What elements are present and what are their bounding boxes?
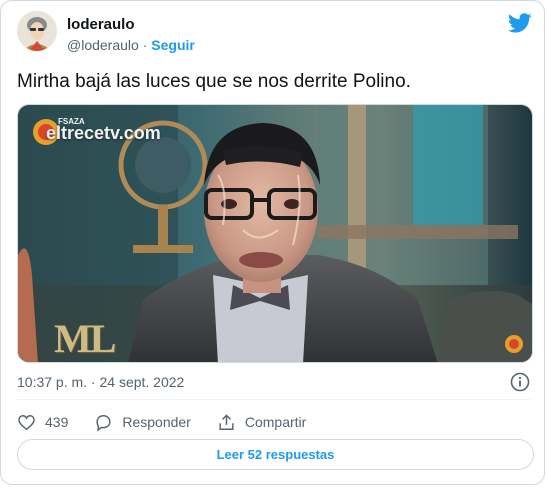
reply-icon xyxy=(96,414,111,432)
share-button[interactable]: Compartir xyxy=(217,413,306,432)
tweet-card: loderaulo @loderaulo · Seguir Mirtha baj… xyxy=(0,0,545,485)
author-handle-row: @loderaulo · Seguir xyxy=(67,37,195,53)
channel-watermark: eltrecetv.com xyxy=(46,123,161,143)
reply-button[interactable]: Responder xyxy=(94,413,191,432)
author-handle[interactable]: @loderaulo xyxy=(67,37,139,53)
like-count: 439 xyxy=(45,414,69,430)
tweet-text: Mirtha bajá las luces que se nos derrite… xyxy=(17,71,411,92)
follow-button[interactable]: Seguir xyxy=(151,37,195,53)
separator-dot: · xyxy=(142,37,148,53)
share-label: Compartir xyxy=(244,414,307,430)
tweet-actions: 439 Responder Compartir xyxy=(17,411,332,433)
tweet-timestamp[interactable]: 10:37 p. m. · 24 sept. 2022 xyxy=(17,374,184,390)
share-icon xyxy=(219,413,234,430)
twitter-bird-icon[interactable] xyxy=(508,11,532,35)
author-name[interactable]: loderaulo xyxy=(67,16,135,33)
reply-label: Responder xyxy=(122,414,191,430)
like-button[interactable]: 439 xyxy=(17,413,68,432)
avatar-image xyxy=(17,11,57,51)
heart-icon xyxy=(18,414,35,430)
read-replies-button[interactable]: Leer 52 respuestas xyxy=(17,439,534,470)
avatar[interactable] xyxy=(17,11,57,51)
info-icon[interactable] xyxy=(510,372,530,392)
show-logo: ML xyxy=(54,316,116,361)
divider xyxy=(17,399,530,400)
tweet-media[interactable]: FSAZA eltrecetv.com ML xyxy=(17,104,533,363)
